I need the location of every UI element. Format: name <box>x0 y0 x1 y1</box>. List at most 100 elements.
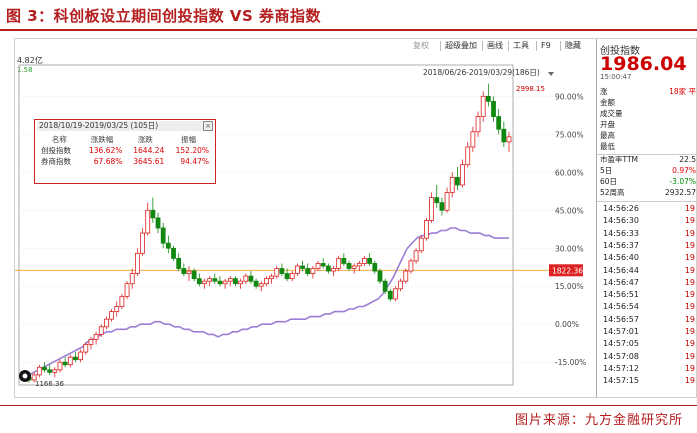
tick-value: 19 <box>684 253 695 263</box>
candle-body <box>362 257 367 264</box>
candle-body <box>325 265 331 272</box>
popup-cell: 3645.61 <box>133 157 165 166</box>
candle-body <box>501 128 507 143</box>
candle-body <box>202 280 207 285</box>
popup-cell: 94.47% <box>180 157 209 166</box>
candle-body <box>351 265 357 269</box>
tick-value: 19 <box>684 228 695 238</box>
high-label: 2998.15 <box>516 85 545 93</box>
tick-row: 14:56:30 19 <box>603 215 695 227</box>
tick-row: 14:56:40 19 <box>603 252 695 264</box>
tick-time: 14:57:01 <box>603 327 639 336</box>
tick-row: 14:57:08 19 <box>603 351 695 363</box>
y-axis-label: 60.00% <box>555 168 584 177</box>
candle-body <box>88 339 94 345</box>
popup-cell: 67.68% <box>93 157 123 166</box>
stat-value: 0.97% <box>672 166 696 175</box>
tick-row: 14:57:15 19 <box>603 375 695 387</box>
stat-label: 涨 <box>600 87 608 96</box>
price-chart[interactable]: 2018/06/26-2019/03/29(186日) 90.00% 75.00% 6… <box>15 39 596 397</box>
candle-body <box>434 197 440 204</box>
stat-row: 开盘 <box>600 120 696 130</box>
candle-body <box>372 263 378 272</box>
candle-body <box>315 263 321 269</box>
popup-data-row: 券商指数 67.68% 3645.61 94.47% <box>39 156 211 167</box>
candle-body <box>403 270 409 282</box>
popup-cell: 创投指数 <box>41 146 71 155</box>
candle-body <box>341 257 347 264</box>
stat-label: 5日 <box>600 166 613 175</box>
candle-body <box>233 278 238 285</box>
candle-body <box>93 333 99 340</box>
candle-body <box>336 257 342 269</box>
tick-value: 19 <box>684 216 695 226</box>
candle-body <box>181 268 187 274</box>
candle-body <box>227 278 233 282</box>
stat-label: 60日 <box>600 177 618 186</box>
close-icon[interactable]: × <box>203 121 213 131</box>
candle-body <box>196 278 202 285</box>
stat-label: 最低 <box>600 142 615 151</box>
candle-body <box>279 268 285 274</box>
stat-value: 18家 平 <box>669 87 696 96</box>
candle-body <box>243 275 249 282</box>
candle-body <box>475 116 481 133</box>
stat-label: 最高 <box>600 131 615 140</box>
popup-cell: 券商指数 <box>41 157 71 166</box>
tick-row: 14:57:12 19 <box>603 363 695 375</box>
tick-row: 14:56:57 19 <box>603 314 695 326</box>
candle-body <box>83 344 89 353</box>
tick-row: 14:57:05 19 <box>603 338 695 350</box>
candle-body <box>418 237 424 252</box>
y-axis-label: -15.00% <box>555 358 586 367</box>
tick-value: 19 <box>684 351 695 361</box>
extra-row: 52周高 2932.57 <box>600 188 696 198</box>
interval-stats-popup[interactable]: 2018/10/19-2019/03/25 (105日) × 名称 涨跌幅 涨跌 振幅… <box>34 119 216 184</box>
candle-body <box>207 278 213 282</box>
candle-body <box>439 202 445 211</box>
candle-body <box>393 288 398 300</box>
y-axis-label: 45.00% <box>555 206 584 215</box>
popup-cell: 涨跌幅 <box>90 135 114 144</box>
tick-row: 14:56:44 19 <box>603 265 695 277</box>
candle-body <box>480 95 486 117</box>
tick-value: 19 <box>684 363 695 373</box>
candle-body <box>176 257 182 269</box>
tick-row: 14:56:47 19 <box>603 277 695 289</box>
title-rule <box>0 29 697 31</box>
candle-body <box>150 209 156 219</box>
candle-body <box>145 209 151 234</box>
candle-body <box>377 270 383 282</box>
tick-time: 14:56:33 <box>603 228 639 238</box>
panel-divider <box>597 201 697 202</box>
popup-cell: 涨跌 <box>137 135 153 144</box>
candle-body <box>140 232 145 254</box>
y-axis-label: 15.00% <box>555 282 584 291</box>
stat-label: 成交量 <box>600 109 623 118</box>
candle-body <box>320 263 326 267</box>
candle-body <box>253 280 259 287</box>
candle-body <box>78 351 84 361</box>
candle-body <box>186 270 192 274</box>
candle-body <box>449 176 455 193</box>
y-axis-label: 90.00% <box>555 92 584 101</box>
candle-body <box>47 369 53 373</box>
candle-body <box>114 306 120 312</box>
candle-body <box>470 131 476 148</box>
popup-cell: 名称 <box>51 135 67 144</box>
candle-body <box>62 361 68 366</box>
tick-row: 14:56:51 19 <box>603 289 695 301</box>
stat-row: 最低 <box>600 142 696 152</box>
candle-body <box>310 268 316 274</box>
candle-body <box>160 227 166 244</box>
stat-label: 市盈率TTM <box>600 155 639 164</box>
quote-time: 15:00:47 <box>600 73 632 81</box>
y-axis-label: 75.00% <box>555 130 584 139</box>
candle-body <box>274 268 280 277</box>
candle-body <box>506 136 512 143</box>
tick-row: 14:56:54 19 <box>603 301 695 313</box>
tick-row: 14:56:33 19 <box>603 228 695 240</box>
trading-app-window: 复权 超级叠加 画线 工具 F9 隐藏 4.82亿 1.58 2018/06/26-201… <box>14 38 697 398</box>
candle-body <box>356 263 362 267</box>
candle-body <box>387 290 393 300</box>
